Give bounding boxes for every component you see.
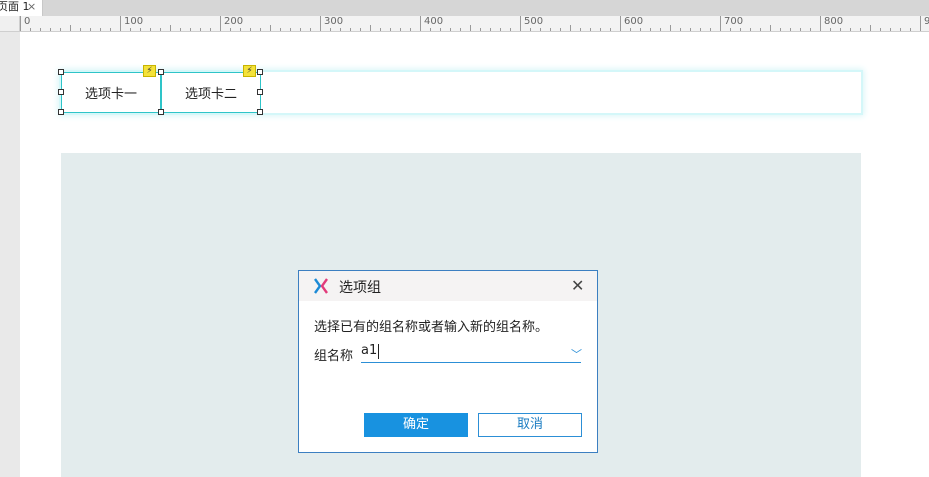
ruler-tick-label: 100 (124, 16, 144, 27)
tab-option-1[interactable]: 选项卡一 (61, 72, 161, 113)
ok-button[interactable]: 确定 (364, 413, 468, 437)
dialog-message: 选择已有的组名称或者输入新的组名称。 (314, 320, 549, 335)
ruler-tick-label: 700 (724, 16, 744, 27)
text-caret (378, 344, 379, 359)
dialog-title-bar: 选项组 ✕ (299, 271, 597, 301)
resize-handle[interactable] (58, 69, 64, 75)
document-tab-strip: 页面 1 × (0, 0, 929, 16)
close-tab-icon[interactable]: × (27, 0, 36, 14)
axure-logo-icon (314, 278, 328, 294)
group-name-value: a1 (361, 343, 378, 358)
tab-option-1-label: 选项卡一 (84, 87, 137, 102)
ruler-corner (0, 16, 20, 32)
ruler-tick-label: 400 (424, 16, 444, 27)
ruler-tick-label: 200 (224, 16, 244, 27)
tab-option-2[interactable]: 选项卡二 (161, 72, 261, 113)
ruler-tick-label: 500 (524, 16, 544, 27)
ruler-tick-label: 300 (324, 16, 344, 27)
resize-handle[interactable] (158, 109, 164, 115)
group-name-label: 组名称 (314, 349, 354, 364)
group-name-input[interactable]: a1 (361, 343, 581, 363)
document-tab-page-1[interactable]: 页面 1 × (0, 0, 43, 16)
chevron-down-icon[interactable]: ﹀ (571, 346, 582, 362)
cancel-button[interactable]: 取消 (478, 413, 582, 437)
dialog-title: 选项组 (339, 280, 381, 296)
lightning-icon[interactable]: ⚡ (243, 65, 256, 77)
resize-handle[interactable] (158, 69, 164, 75)
document-tab-label: 页面 1 (0, 0, 30, 13)
ruler-tick-label: 600 (624, 16, 644, 27)
ruler-tick-label: 800 (824, 16, 844, 27)
lightning-icon[interactable]: ⚡ (143, 65, 156, 77)
resize-handle[interactable] (58, 109, 64, 115)
option-group-dialog: 选项组 ✕ 选择已有的组名称或者输入新的组名称。 组名称 a1 ﹀ 确定 取消 (298, 270, 598, 453)
close-icon[interactable]: ✕ (571, 276, 584, 295)
ruler-tick-label: 0 (24, 16, 31, 27)
resize-handle[interactable] (58, 89, 64, 95)
ruler-ticks (20, 16, 921, 31)
ruler-tick-label: 900 (924, 16, 929, 28)
resize-handle[interactable] (257, 109, 263, 115)
vertical-ruler (0, 32, 20, 477)
resize-handle[interactable] (257, 89, 263, 95)
resize-handle[interactable] (257, 69, 263, 75)
tab-option-2-label: 选项卡二 (184, 87, 237, 102)
horizontal-ruler: 0 100 200 300 400 500 600 700 800 900 (20, 16, 929, 32)
